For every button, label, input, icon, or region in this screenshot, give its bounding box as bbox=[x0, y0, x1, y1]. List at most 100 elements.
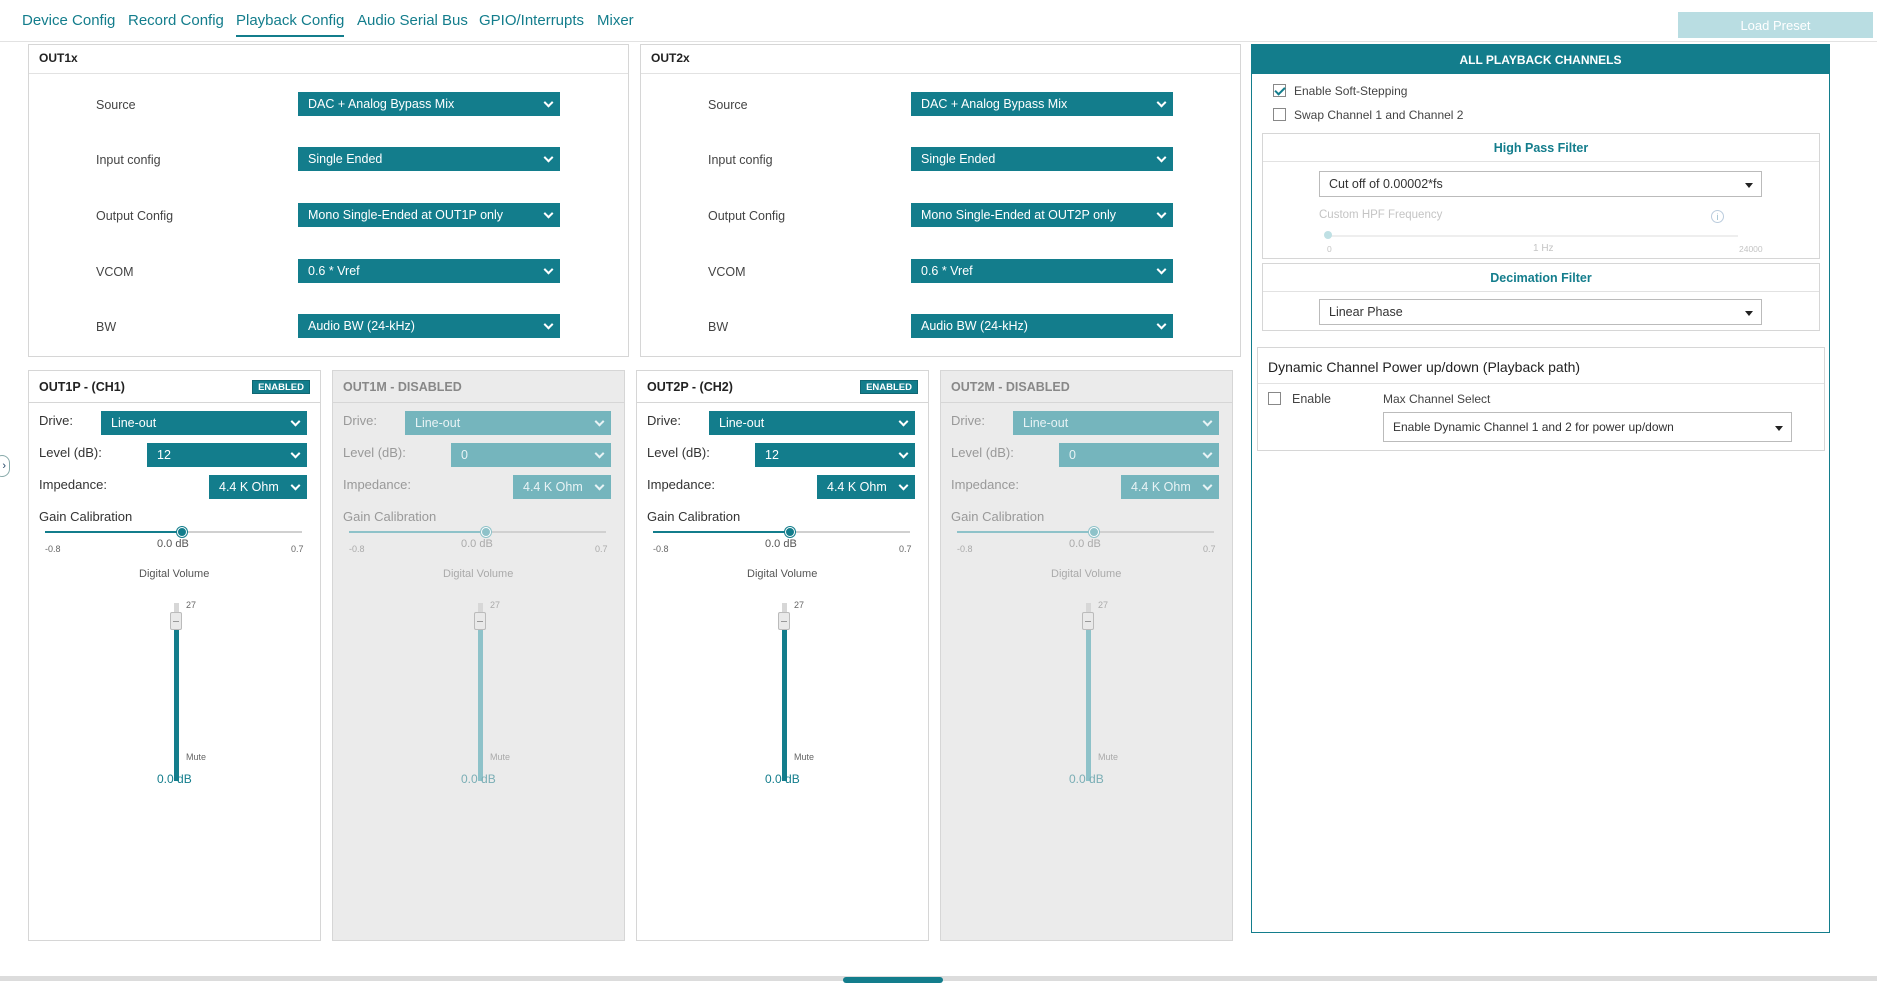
out1x-source-select[interactable]: DAC + Analog Bypass Mix bbox=[298, 92, 560, 116]
status-badge: ENABLED bbox=[252, 380, 310, 394]
impedance-label: Impedance: bbox=[647, 477, 715, 492]
channel-title: OUT2P - (CH2) bbox=[647, 380, 733, 394]
chevron-down-icon bbox=[1156, 97, 1167, 108]
gain-slider-fill bbox=[45, 531, 182, 533]
volume-slider-track bbox=[478, 618, 483, 781]
out2x-bw-select[interactable]: Audio BW (24-kHz) bbox=[911, 314, 1173, 338]
gain-value: 0.0 dB bbox=[1069, 538, 1101, 550]
gain-max-label: 0.7 bbox=[595, 544, 608, 554]
tab-record-config[interactable]: Record Config bbox=[128, 12, 224, 29]
decimation-title: Decimation Filter bbox=[1263, 264, 1819, 292]
chevron-down-icon bbox=[1202, 416, 1213, 427]
tab-playback-config[interactable]: Playback Config bbox=[236, 12, 345, 37]
digital-volume-label: Digital Volume bbox=[747, 568, 818, 580]
out2x-vcom-select[interactable]: 0.6 * Vref bbox=[911, 259, 1173, 283]
impedance-label: Impedance: bbox=[951, 477, 1019, 492]
channel-title: OUT1M - DISABLED bbox=[343, 380, 462, 394]
decimation-section: Decimation Filter Linear Phase bbox=[1262, 263, 1820, 331]
drive-label: Drive: bbox=[343, 413, 377, 428]
tab-gpio-interrupts[interactable]: GPIO/Interrupts bbox=[479, 12, 584, 29]
soft-stepping-label: Enable Soft-Stepping bbox=[1294, 84, 1408, 98]
impedance-select[interactable]: 4.4 K Ohm bbox=[209, 475, 307, 499]
level-label: Level (dB): bbox=[39, 445, 102, 460]
volume-slider-thumb bbox=[474, 612, 486, 630]
tab-device-config[interactable]: Device Config bbox=[22, 12, 115, 29]
drive-select: Line-out bbox=[1013, 411, 1219, 435]
out2x-source-label: Source bbox=[708, 98, 748, 112]
level-select[interactable]: 12 bbox=[755, 443, 915, 467]
chevron-down-icon bbox=[594, 448, 605, 459]
chevron-down-icon bbox=[1202, 480, 1213, 491]
chevron-down-icon bbox=[1202, 448, 1213, 459]
info-icon: i bbox=[1711, 210, 1724, 223]
drive-select[interactable]: Line-out bbox=[101, 411, 307, 435]
out1x-vcom-select[interactable]: 0.6 * Vref bbox=[298, 259, 560, 283]
chevron-down-icon bbox=[543, 264, 554, 275]
out1x-source-label: Source bbox=[96, 98, 136, 112]
volume-min-label: Mute bbox=[186, 752, 207, 762]
out1x-output-config-select[interactable]: Mono Single-Ended at OUT1P only bbox=[298, 203, 560, 227]
tab-bar: Device Config Record Config Playback Con… bbox=[0, 0, 1877, 42]
tab-audio-serial-bus[interactable]: Audio Serial Bus bbox=[357, 12, 468, 29]
gain-calibration-label: Gain Calibration bbox=[39, 509, 133, 524]
gain-value: 0.0 dB bbox=[765, 538, 797, 550]
max-channel-select[interactable]: Enable Dynamic Channel 1 and 2 for power… bbox=[1383, 412, 1792, 442]
gain-slider-knob bbox=[480, 527, 491, 537]
tab-mixer[interactable]: Mixer bbox=[597, 12, 634, 29]
channel-card-out2m: OUT2M - DISABLED Drive: Line-out Level (… bbox=[940, 370, 1233, 941]
chevron-down-icon bbox=[543, 97, 554, 108]
chevron-down-icon bbox=[1156, 152, 1167, 163]
level-select[interactable]: 12 bbox=[147, 443, 307, 467]
volume-slider-track[interactable] bbox=[782, 618, 787, 781]
hpf-section: High Pass Filter Cut off of 0.00002*fs C… bbox=[1262, 133, 1820, 259]
dropdown-arrow-icon bbox=[1775, 426, 1783, 431]
chevron-down-icon bbox=[898, 448, 909, 459]
out1x-output-config-label: Output Config bbox=[96, 209, 174, 223]
volume-slider-thumb[interactable] bbox=[778, 612, 790, 630]
decimation-select[interactable]: Linear Phase bbox=[1319, 299, 1762, 325]
volume-min-label: Mute bbox=[490, 752, 511, 762]
hpf-value-label: 1 Hz bbox=[1533, 243, 1554, 254]
swap-channels-label: Swap Channel 1 and Channel 2 bbox=[1294, 108, 1464, 122]
bottom-scroll-thumb[interactable] bbox=[843, 977, 943, 983]
out2x-source-select[interactable]: DAC + Analog Bypass Mix bbox=[911, 92, 1173, 116]
volume-slider-thumb[interactable] bbox=[170, 612, 182, 630]
load-preset-button[interactable]: Load Preset bbox=[1678, 12, 1873, 38]
volume-slider-thumb bbox=[1082, 612, 1094, 630]
dropdown-arrow-icon bbox=[1745, 183, 1753, 188]
chevron-down-icon bbox=[543, 319, 554, 330]
gain-max-label: 0.7 bbox=[899, 544, 912, 554]
gain-slider-knob[interactable] bbox=[784, 527, 795, 537]
chevron-down-icon bbox=[543, 208, 554, 219]
gain-min-label: -0.8 bbox=[653, 544, 669, 554]
drive-select[interactable]: Line-out bbox=[709, 411, 915, 435]
level-label: Level (dB): bbox=[951, 445, 1014, 460]
out2x-title: OUT2x bbox=[651, 51, 690, 65]
dynamic-enable-checkbox[interactable] bbox=[1268, 392, 1281, 405]
impedance-select: 4.4 K Ohm bbox=[1121, 475, 1219, 499]
gain-calibration-label: Gain Calibration bbox=[951, 509, 1045, 524]
out2x-input-config-select[interactable]: Single Ended bbox=[911, 147, 1173, 171]
all-playback-channels-title: ALL PLAYBACK CHANNELS bbox=[1252, 45, 1829, 74]
volume-max-label: 27 bbox=[794, 600, 805, 610]
gain-calibration-label: Gain Calibration bbox=[343, 509, 437, 524]
channel-card-out1m: OUT1M - DISABLED Drive: Line-out Level (… bbox=[332, 370, 625, 941]
out2x-output-config-select[interactable]: Mono Single-Ended at OUT2P only bbox=[911, 203, 1173, 227]
hpf-select[interactable]: Cut off of 0.00002*fs bbox=[1319, 171, 1762, 197]
soft-stepping-checkbox[interactable] bbox=[1273, 84, 1286, 97]
expand-sidebar-icon[interactable]: › bbox=[0, 455, 10, 477]
all-playback-channels-panel: ALL PLAYBACK CHANNELS Enable Soft-Steppi… bbox=[1251, 44, 1830, 933]
volume-slider-track bbox=[1086, 618, 1091, 781]
gain-slider-fill bbox=[957, 531, 1094, 533]
volume-max-label: 27 bbox=[186, 600, 197, 610]
swap-channels-checkbox[interactable] bbox=[1273, 108, 1286, 121]
out1x-input-config-select[interactable]: Single Ended bbox=[298, 147, 560, 171]
volume-slider-track[interactable] bbox=[174, 618, 179, 781]
impedance-select[interactable]: 4.4 K Ohm bbox=[817, 475, 915, 499]
hpf-max-label: 24000 bbox=[1739, 244, 1763, 254]
out1x-bw-select[interactable]: Audio BW (24-kHz) bbox=[298, 314, 560, 338]
gain-value: 0.0 dB bbox=[461, 538, 493, 550]
digital-volume-label: Digital Volume bbox=[443, 568, 514, 580]
gain-slider-knob[interactable] bbox=[176, 527, 187, 537]
chevron-down-icon bbox=[290, 448, 301, 459]
